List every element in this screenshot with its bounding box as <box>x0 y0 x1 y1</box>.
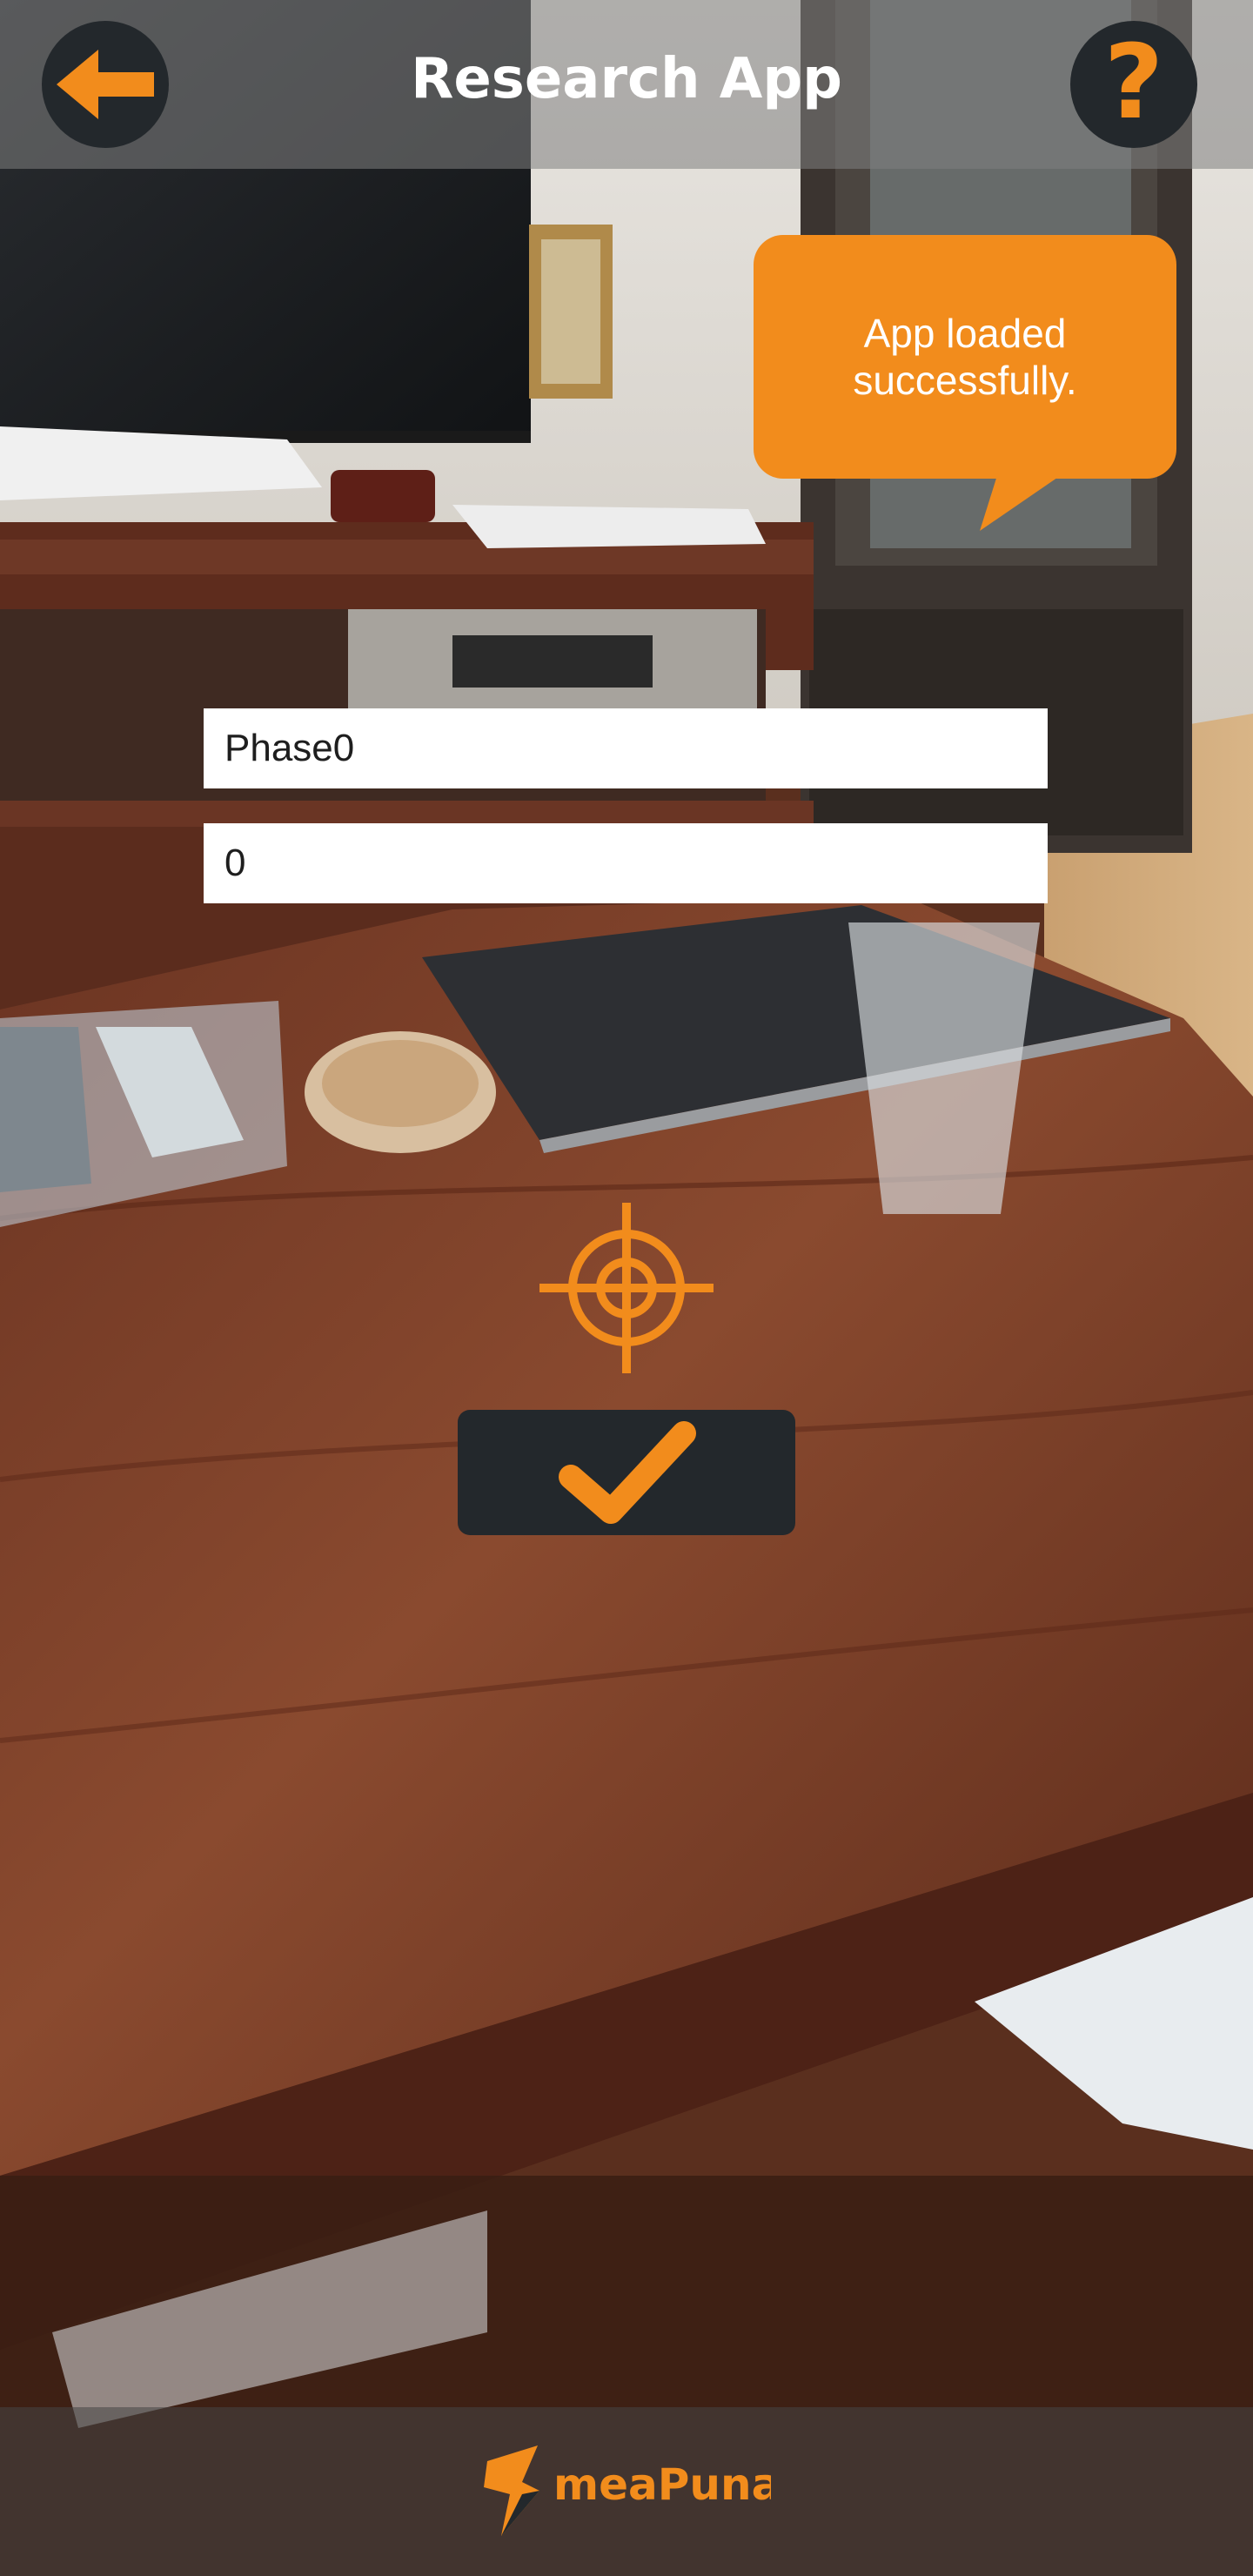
count-field[interactable] <box>204 823 1048 903</box>
toast-message: App loaded successfully. <box>853 311 1077 403</box>
checkmark-icon <box>559 1421 696 1524</box>
ar-screen: Research App ? App loaded successfully. … <box>0 0 1253 2576</box>
question-mark-icon: ? <box>1103 22 1164 142</box>
page-title: Research App <box>411 47 842 111</box>
meapuna-logo: meaPuna <box>484 2445 771 2536</box>
phase-field[interactable] <box>204 708 1048 788</box>
crosshair-icon <box>539 1203 714 1373</box>
help-button[interactable]: ? <box>1070 21 1197 148</box>
logo-text: meaPuna <box>553 2459 771 2510</box>
confirm-button[interactable] <box>458 1410 795 1535</box>
toast-tail <box>980 470 1069 531</box>
status-toast: App loaded successfully. <box>754 235 1176 479</box>
